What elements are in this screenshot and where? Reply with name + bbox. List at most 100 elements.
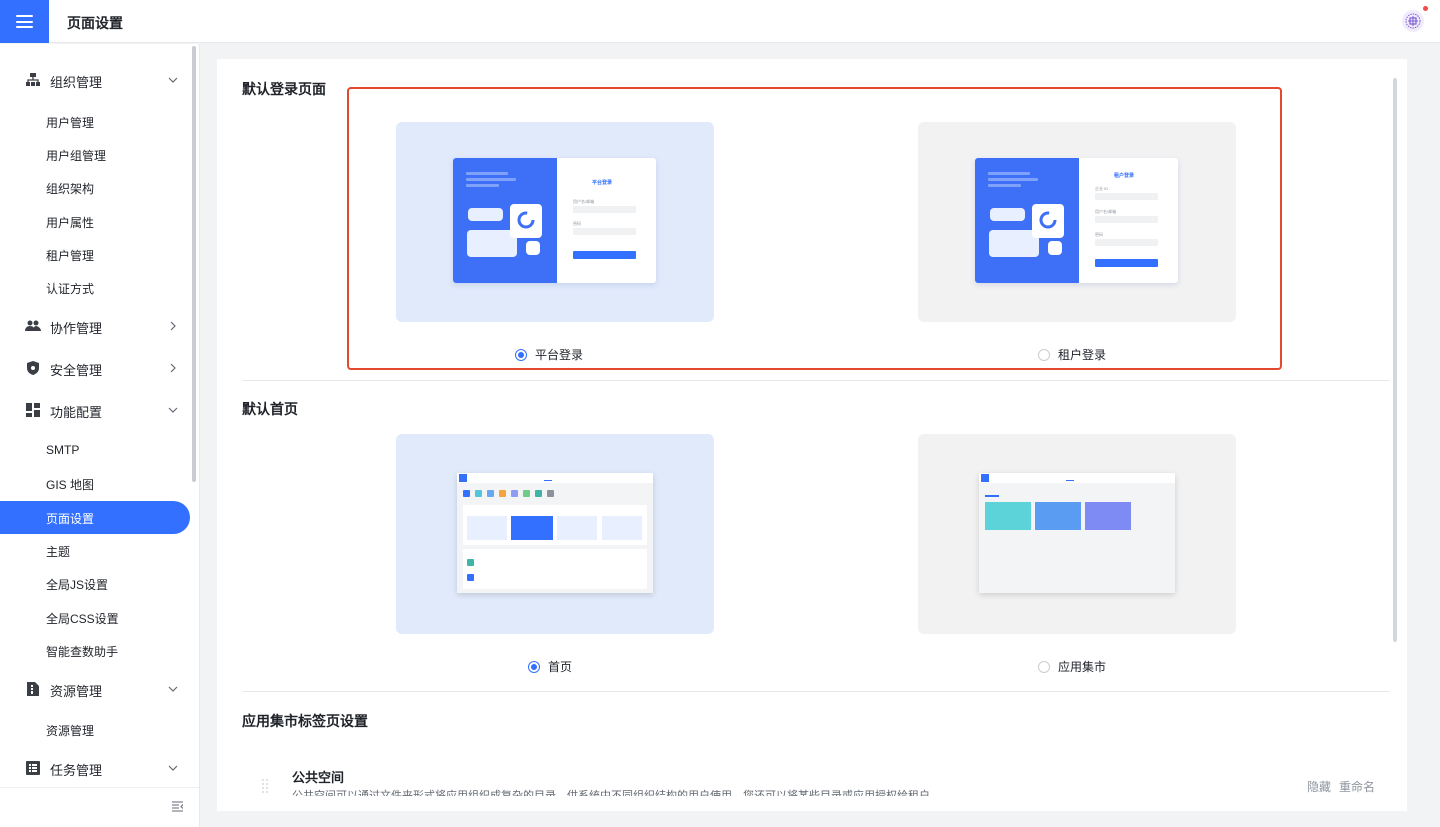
mock-illustration-panel (453, 158, 557, 283)
tenant-login-mock: 租户登录 企业 ID 用户名/邮箱 密码 (975, 158, 1178, 283)
sidebar-item-label: GIS 地图 (46, 478, 95, 492)
sidebar-group-features[interactable]: 功能配置 (0, 392, 190, 428)
avatar-logo-icon (1405, 13, 1421, 29)
section-title-app-market-tabs: 应用集市标签页设置 (242, 713, 368, 729)
radio-dot (528, 660, 540, 673)
rename-button[interactable]: 重命名 (1339, 778, 1375, 795)
mock-title: 平台登录 (592, 180, 613, 186)
chevron-down-icon (168, 686, 178, 692)
home-page-mock (457, 473, 653, 593)
radio-home[interactable]: 首页 (528, 658, 572, 675)
sidebar-scrollbar[interactable] (192, 46, 196, 482)
sidebar-item-user-management[interactable]: 用户管理 (0, 105, 190, 138)
hamburger-menu-icon (16, 15, 33, 28)
mock-field-label: 企业 ID (1095, 186, 1109, 191)
sidebar-group-label: 任务管理 (50, 763, 103, 778)
sidebar-item-user-groups[interactable]: 用户组管理 (0, 138, 190, 171)
radio-tenant-login[interactable]: 租户登录 (1038, 346, 1106, 363)
radio-label: 首页 (548, 660, 573, 674)
sidebar-item-theme[interactable]: 主题 (0, 534, 190, 567)
hamburger-menu-button[interactable] (0, 0, 49, 43)
sidebar-item-user-attributes[interactable]: 用户属性 (0, 205, 190, 238)
sidebar-item-global-css[interactable]: 全局CSS设置 (0, 601, 190, 634)
app-market-mock (979, 473, 1175, 593)
sidebar-item-global-js[interactable]: 全局JS设置 (0, 567, 190, 600)
sidebar-group-label: 资源管理 (50, 684, 103, 699)
sidebar-item-label: 认证方式 (46, 282, 95, 296)
collapse-sidebar-icon[interactable] (172, 801, 183, 812)
page-title: 页面设置 (67, 15, 123, 31)
sidebar-item-label: 用户属性 (46, 216, 95, 230)
task-list-icon (26, 761, 40, 775)
sidebar-item-label: 主题 (46, 545, 71, 559)
radio-app-market[interactable]: 应用集市 (1038, 658, 1106, 675)
public-space-title: 公共空间 (292, 770, 345, 785)
sidebar-group-collaboration[interactable]: 协作管理 (0, 308, 190, 344)
donut-chart-icon (1039, 211, 1057, 229)
sidebar-group-label: 组织管理 (50, 75, 103, 90)
sidebar-item-label: 智能查数助手 (46, 645, 119, 659)
radio-label: 平台登录 (535, 348, 584, 362)
platform-login-preview-card[interactable]: 平台登录 用户名/邮箱 密码 (396, 122, 714, 322)
mock-title: 租户登录 (1114, 173, 1135, 179)
mock-illustration-panel (975, 158, 1079, 283)
sidebar-item-gis-map[interactable]: GIS 地图 (0, 467, 190, 500)
section-title-login: 默认登录页面 (242, 81, 326, 97)
sidebar-item-label: 用户组管理 (46, 149, 107, 163)
sidebar-group-tasks[interactable]: 任务管理 (0, 750, 190, 786)
sidebar-group-org[interactable]: 组织管理 (0, 62, 190, 98)
sidebar-item-org-structure[interactable]: 组织架构 (0, 171, 190, 204)
home-preview-card[interactable] (396, 434, 714, 634)
radio-dot (1038, 660, 1050, 673)
sidebar-item-label: 租户管理 (46, 249, 95, 263)
chevron-down-icon (168, 407, 178, 413)
sidebar-item-page-settings[interactable]: 页面设置 (0, 501, 190, 534)
radio-label: 应用集市 (1058, 660, 1107, 674)
dashboard-icon (26, 403, 40, 417)
sidebar-item-label: 全局CSS设置 (46, 612, 119, 626)
sidebar-item-auth-methods[interactable]: 认证方式 (0, 271, 190, 304)
divider (242, 691, 1390, 692)
top-header: 页面设置 (0, 0, 1440, 43)
main-scrollbar[interactable] (1393, 78, 1397, 642)
sidebar-item-smtp[interactable]: SMTP (0, 434, 190, 467)
radio-platform-login[interactable]: 平台登录 (515, 346, 583, 363)
sidebar-group-resources[interactable]: 资源管理 (0, 671, 190, 707)
sidebar-item-tenant-management[interactable]: 租户管理 (0, 238, 190, 271)
sidebar-item-label: 组织架构 (46, 182, 95, 196)
tenant-login-preview-card[interactable]: 租户登录 企业 ID 用户名/邮箱 密码 (918, 122, 1236, 322)
sidebar-footer (0, 787, 199, 827)
sidebar-item-smart-query[interactable]: 智能查数助手 (0, 634, 190, 667)
donut-chart-icon (517, 211, 535, 229)
divider (242, 380, 1390, 381)
sidebar-item-label: 资源管理 (46, 724, 95, 738)
notification-dot (1423, 6, 1428, 11)
sidebar-item-label: 页面设置 (46, 512, 95, 526)
sidebar-item-resource-management[interactable]: 资源管理 (0, 713, 190, 746)
chevron-down-icon (168, 765, 178, 771)
sidebar-item-label: SMTP (46, 443, 80, 457)
radio-dot (515, 348, 527, 361)
org-tree-icon (26, 73, 40, 86)
file-icon (27, 682, 39, 696)
chevron-right-icon (170, 363, 176, 373)
bottom-gutter (217, 811, 1407, 827)
drag-handle-icon[interactable] (261, 778, 269, 794)
avatar[interactable] (1402, 10, 1424, 32)
chevron-down-icon (168, 77, 178, 83)
radio-dot (1038, 348, 1050, 361)
section-title-home: 默认首页 (242, 401, 298, 417)
sidebar-group-label: 协作管理 (50, 321, 103, 336)
radio-label: 租户登录 (1058, 348, 1107, 362)
mock-field-label: 用户名/邮箱 (1095, 209, 1117, 214)
platform-login-mock: 平台登录 用户名/邮箱 密码 (453, 158, 656, 283)
mock-field-label: 用户名/邮箱 (573, 199, 595, 204)
chevron-right-icon (170, 321, 176, 331)
app-market-preview-card[interactable] (918, 434, 1236, 634)
hide-button[interactable]: 隐藏 (1307, 778, 1331, 795)
sidebar-group-label: 安全管理 (50, 363, 103, 378)
sidebar-group-label: 功能配置 (50, 405, 103, 420)
sidebar: 组织管理 用户管理 用户组管理 组织架构 用户属性 租户管理 认证方式 协作管理… (0, 44, 200, 827)
sidebar-item-label: 全局JS设置 (46, 578, 109, 592)
sidebar-group-security[interactable]: 安全管理 (0, 350, 190, 386)
